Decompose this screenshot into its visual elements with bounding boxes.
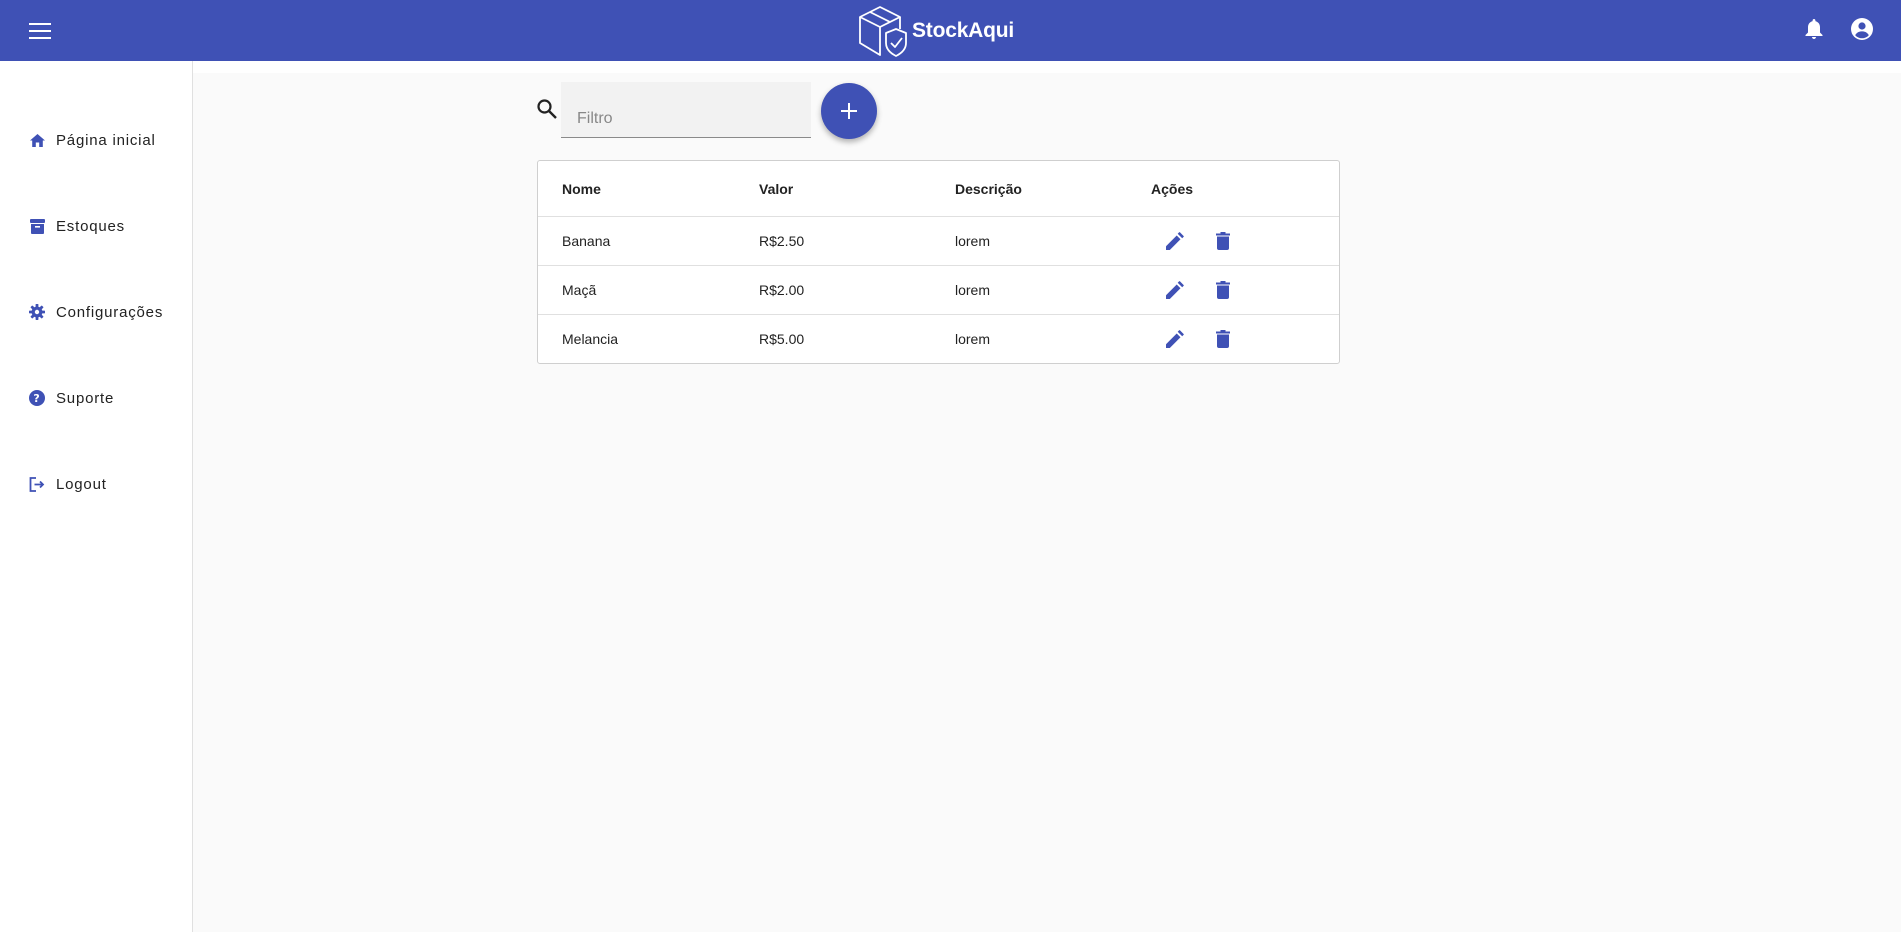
- brand[interactable]: StockAqui: [856, 2, 1014, 59]
- products-table: Nome Valor Descrição Ações Banana R$2.50…: [537, 160, 1340, 364]
- table-row: Banana R$2.50 lorem: [538, 217, 1339, 266]
- sidebar: Página inicial Estoques Configurações ?: [0, 61, 193, 932]
- edit-button[interactable]: [1158, 224, 1192, 258]
- sidebar-item-label: Logout: [56, 475, 107, 493]
- filter-input[interactable]: [561, 82, 811, 137]
- edit-icon: [1166, 281, 1184, 299]
- cell-nome: Melancia: [562, 331, 619, 347]
- sidebar-item-stocks[interactable]: Estoques: [28, 211, 125, 241]
- help-icon: ?: [28, 389, 46, 407]
- brand-name: StockAqui: [912, 18, 1015, 42]
- sidebar-item-label: Página inicial: [56, 131, 156, 149]
- cell-descricao: lorem: [955, 233, 991, 249]
- row-actions: [1158, 315, 1240, 363]
- top-app-bar: StockAqui: [0, 0, 1901, 61]
- cell-nome: Banana: [562, 233, 611, 249]
- sidebar-item-home[interactable]: Página inicial: [28, 125, 156, 155]
- delete-icon: [1216, 330, 1230, 348]
- filter-field: [561, 82, 811, 138]
- edit-icon: [1166, 330, 1184, 348]
- account-circle-icon: [1851, 18, 1873, 40]
- sidebar-item-label: Suporte: [56, 389, 115, 407]
- edit-button[interactable]: [1158, 322, 1192, 356]
- sidebar-item-settings[interactable]: Configurações: [28, 297, 163, 327]
- cell-valor: R$5.00: [759, 331, 805, 347]
- column-header-valor[interactable]: Valor: [759, 161, 793, 216]
- delete-icon: [1216, 232, 1230, 250]
- delete-button[interactable]: [1206, 224, 1240, 258]
- sidebar-item-label: Configurações: [56, 303, 164, 321]
- cell-valor: R$2.00: [759, 282, 805, 298]
- logout-icon: [28, 475, 46, 493]
- plus-icon: [841, 103, 857, 119]
- column-header-acoes: Ações: [1151, 180, 1194, 197]
- row-actions: [1158, 217, 1240, 265]
- edit-button[interactable]: [1158, 273, 1192, 307]
- edit-icon: [1166, 232, 1184, 250]
- sidebar-item-support[interactable]: ? Suporte: [28, 383, 114, 413]
- settings-icon: [28, 303, 46, 321]
- menu-button[interactable]: [24, 18, 56, 44]
- notifications-button[interactable]: [1801, 16, 1827, 42]
- sidebar-item-logout[interactable]: Logout: [28, 469, 107, 499]
- content-top-strip: [193, 61, 1901, 73]
- column-header-descricao[interactable]: Descrição: [955, 161, 1022, 216]
- column-header-nome[interactable]: Nome: [562, 161, 601, 216]
- table-header-row: Nome Valor Descrição Ações: [538, 161, 1339, 217]
- account-button[interactable]: [1849, 16, 1875, 42]
- table-row: Maçã R$2.00 lorem: [538, 266, 1339, 315]
- menu-icon: [29, 23, 51, 39]
- cell-descricao: lorem: [955, 331, 991, 347]
- add-item-button[interactable]: [821, 83, 877, 139]
- home-icon: [28, 131, 46, 149]
- notifications-icon: [1805, 19, 1823, 39]
- svg-text:?: ?: [33, 392, 40, 405]
- search-icon: [536, 98, 560, 122]
- sidebar-item-label: Estoques: [56, 217, 125, 235]
- delete-button[interactable]: [1206, 273, 1240, 307]
- cell-valor: R$2.50: [759, 233, 805, 249]
- cell-nome: Maçã: [562, 282, 597, 298]
- box-shield-icon: [859, 5, 907, 57]
- row-actions: [1158, 266, 1240, 314]
- delete-button[interactable]: [1206, 322, 1240, 356]
- cell-descricao: lorem: [955, 282, 991, 298]
- table-row: Melancia R$5.00 lorem: [538, 315, 1339, 363]
- archive-icon: [28, 217, 46, 235]
- delete-icon: [1216, 281, 1230, 299]
